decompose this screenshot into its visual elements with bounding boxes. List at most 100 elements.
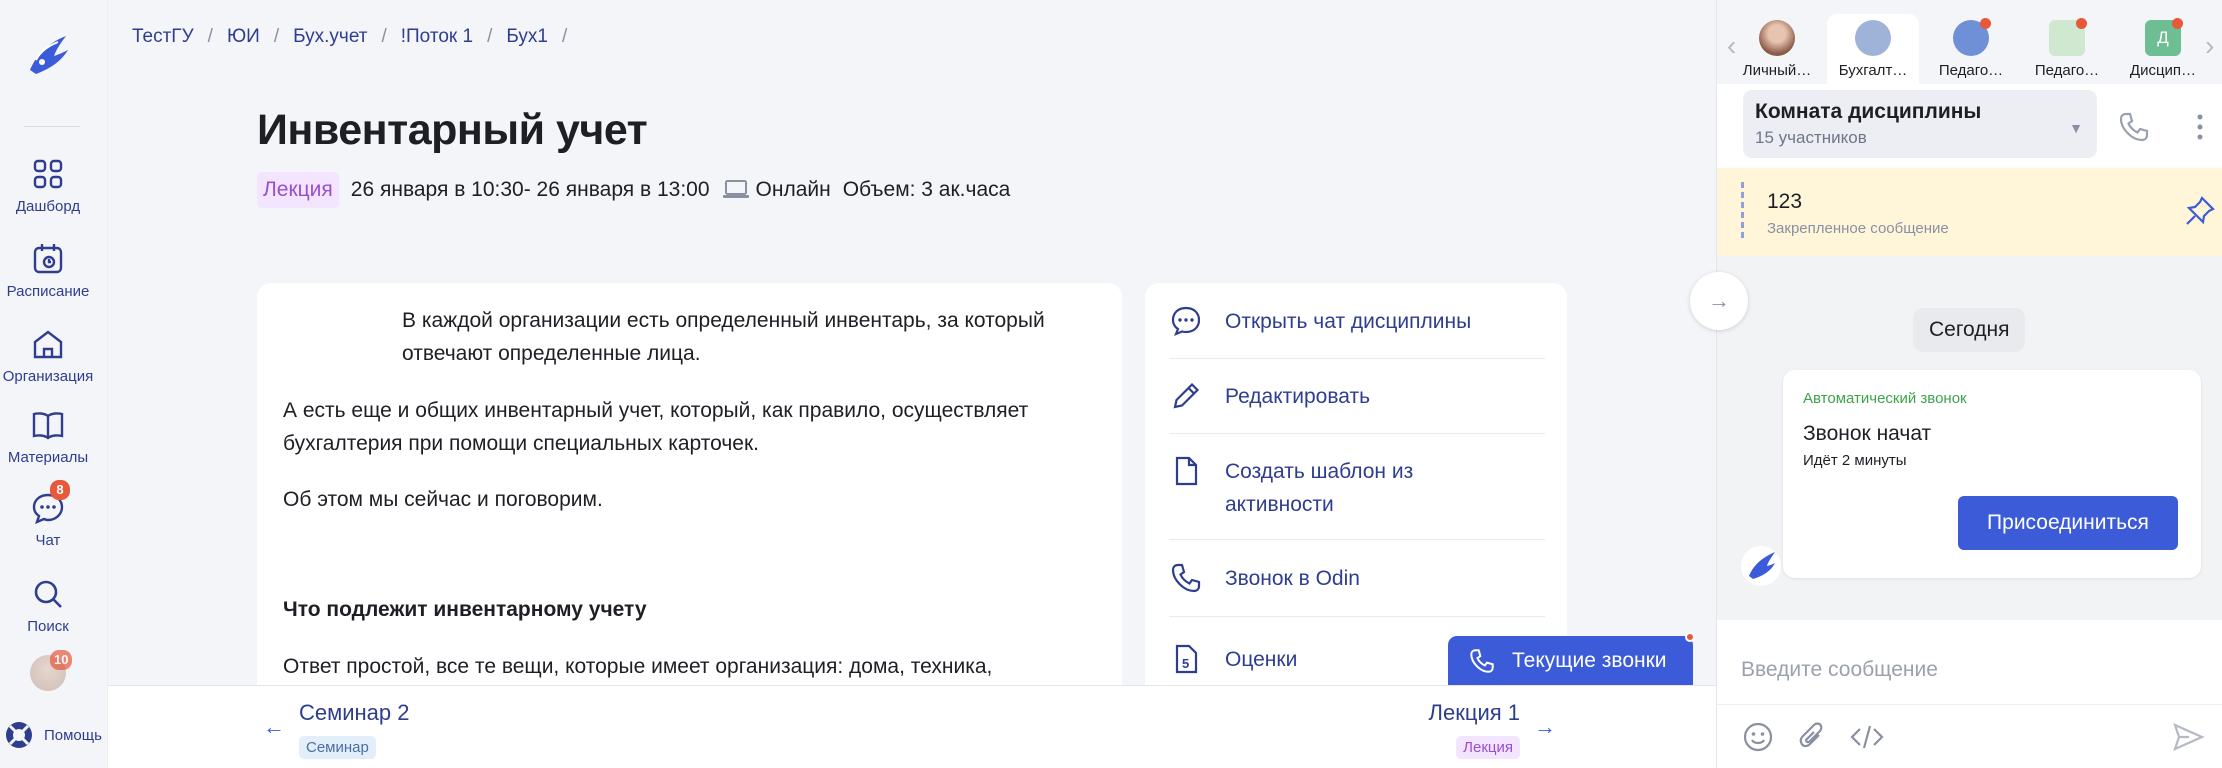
room-name: Комната дисциплины	[1755, 100, 1982, 123]
breadcrumb-item[interactable]: !Поток 1	[401, 26, 473, 48]
group-chat-icon	[1953, 18, 1991, 56]
chat-panel: ‹ Личный… Бухгалт… Педаго… Педаго… Д Дис…	[1716, 0, 2222, 768]
breadcrumb-separator: /	[487, 26, 493, 47]
activity-time: 26 января в 10:30- 26 января в 13:00	[350, 178, 710, 201]
sidebar-item-label: Поиск	[27, 618, 69, 635]
notifications-badge: 10	[50, 650, 73, 670]
room-selector[interactable]: Комната дисциплины 15 участников ▼	[1743, 90, 2097, 158]
chat-tab[interactable]: Личный…	[1731, 14, 1823, 84]
laptop-icon	[722, 180, 749, 198]
pin-icon[interactable]	[2183, 194, 2217, 228]
section-heading: Что подлежит инвентарному учету	[283, 598, 647, 621]
sidebar-item-dashboard[interactable]: Дашборд	[0, 156, 96, 215]
grades-label: Оценки	[1225, 648, 1298, 671]
tabs-scroll-right-icon[interactable]: ›	[2205, 30, 2214, 62]
breadcrumb: ТестГУ / ЮИ / Бух.учет / !Поток 1 / Бух1 /	[132, 26, 567, 48]
paragraph-2-line-1: А есть еще и общих инвентарный учет, кот…	[283, 399, 1029, 422]
activity-volume: Объем: 3 ак.часа	[842, 178, 1011, 201]
pinned-label: Закрепленное сообщение	[1767, 220, 1949, 237]
book-icon	[32, 412, 64, 440]
chat-tab-label: Педаго…	[2034, 62, 2100, 79]
pencil-icon	[1173, 382, 1200, 409]
avatar	[1759, 20, 1795, 56]
page-title: Инвентарный учет	[257, 106, 648, 154]
message-input[interactable]	[1741, 650, 2201, 690]
sidebar-item-label: Расписание	[6, 283, 90, 300]
edit-button[interactable]: Редактировать	[1169, 380, 1545, 413]
divider	[1169, 616, 1545, 617]
emoji-icon[interactable]	[1741, 720, 1775, 754]
pinned-indicator	[1741, 182, 1744, 238]
paragraph-4: Ответ простой, все те вещи, которые имее…	[283, 655, 993, 678]
discipline-letter: Д	[2157, 28, 2169, 47]
create-template-button[interactable]: Создать шаблон из активности	[1169, 455, 1545, 521]
previous-activity-link[interactable]: ← Семинар 2 Семинар	[263, 700, 410, 759]
divider	[1169, 358, 1545, 359]
join-call-button[interactable]: Присоединиться	[1958, 496, 2178, 550]
attach-icon[interactable]	[1795, 720, 1829, 754]
breadcrumb-item[interactable]: Бух1	[506, 26, 548, 48]
document-icon	[1175, 456, 1198, 486]
lifebuoy-icon	[6, 722, 32, 748]
next-activity-link[interactable]: Лекция 1 Лекция →	[1429, 700, 1556, 759]
bot-avatar-icon	[1741, 546, 1781, 586]
sidebar-item-search[interactable]: Поиск	[0, 576, 96, 635]
open-chat-button[interactable]: Открыть чат дисциплины	[1169, 305, 1545, 338]
chat-tab[interactable]: Бухгалт…	[1827, 14, 1919, 84]
call-button[interactable]	[2117, 110, 2151, 144]
breadcrumb-item[interactable]: ЮИ	[227, 26, 260, 48]
svg-text:5: 5	[1182, 656, 1189, 671]
code-icon[interactable]	[1849, 720, 1885, 754]
sidebar-item-schedule[interactable]: Расписание	[0, 241, 96, 300]
help-button[interactable]: Помощь	[4, 720, 102, 750]
send-icon[interactable]	[2171, 720, 2205, 754]
grid-icon	[33, 159, 63, 189]
breadcrumb-item[interactable]: ТестГУ	[132, 26, 194, 48]
phone-icon	[1171, 563, 1201, 593]
pinned-message[interactable]: 123 Закрепленное сообщение	[1717, 168, 2222, 256]
current-calls-button[interactable]: Текущие звонки	[1448, 636, 1693, 685]
call-odin-label: Звонок в Odin	[1225, 567, 1360, 590]
previous-activity-tag: Семинар	[299, 736, 376, 759]
expand-chat-button[interactable]: →	[1690, 272, 1748, 330]
call-odin-button[interactable]: Звонок в Odin	[1169, 562, 1545, 595]
breadcrumb-separator: /	[273, 26, 280, 47]
activity-type-tag: Лекция	[257, 172, 339, 208]
breadcrumb-item[interactable]: Бух.учет	[293, 26, 367, 48]
arrow-right-icon: →	[1534, 714, 1556, 739]
current-calls-label: Текущие звонки	[1512, 648, 1667, 672]
arrow-left-icon: ←	[263, 714, 285, 739]
chat-tab[interactable]: Д Дисцип…	[2117, 14, 2209, 84]
open-chat-label: Открыть чат дисциплины	[1225, 310, 1472, 333]
breadcrumb-separator: /	[207, 26, 213, 47]
chat-tabs: ‹ Личный… Бухгалт… Педаго… Педаго… Д Дис…	[1717, 0, 2222, 84]
app-logo-icon[interactable]	[22, 30, 74, 82]
paragraph-3: Об этом мы сейчас и поговорим.	[283, 488, 603, 511]
left-sidebar: Дашборд Расписание Организация Материалы…	[0, 0, 108, 768]
sidebar-item-chat[interactable]: Чат 8	[0, 480, 96, 549]
next-activity-title: Лекция 1	[1428, 700, 1520, 725]
divider	[1169, 433, 1545, 434]
call-status: Звонок начат	[1803, 422, 1932, 445]
phone-icon	[1470, 648, 1494, 673]
more-options-icon[interactable]	[2195, 112, 2205, 142]
chat-tab[interactable]: Педаго…	[1925, 14, 2017, 84]
sidebar-item-label: Организация	[2, 368, 94, 385]
group-chat-icon	[1855, 20, 1891, 56]
breadcrumb-separator: /	[381, 26, 387, 47]
next-activity-tag: Лекция	[1456, 736, 1520, 759]
template-label-line-1: Создать шаблон из	[1225, 460, 1414, 483]
paragraph-1-line-2: отвечают определенные лица.	[402, 342, 701, 365]
calendar-icon	[33, 244, 63, 274]
grades-icon: 5	[1175, 644, 1198, 674]
sidebar-item-organization[interactable]: Организация	[0, 326, 96, 385]
sidebar-item-materials[interactable]: Материалы	[0, 407, 96, 466]
template-label-line-2: активности	[1225, 493, 1334, 516]
chat-tab[interactable]: Педаго…	[2021, 14, 2113, 84]
sidebar-divider	[24, 126, 80, 127]
paragraph-2-line-2: бухгалтерия при помощи специальных карто…	[283, 432, 759, 455]
activity-format: Онлайн	[722, 178, 831, 202]
chat-tab-label: Педаго…	[1938, 62, 2004, 79]
previous-activity-title: Семинар 2	[299, 700, 410, 725]
bar-chart-icon	[2049, 18, 2087, 56]
